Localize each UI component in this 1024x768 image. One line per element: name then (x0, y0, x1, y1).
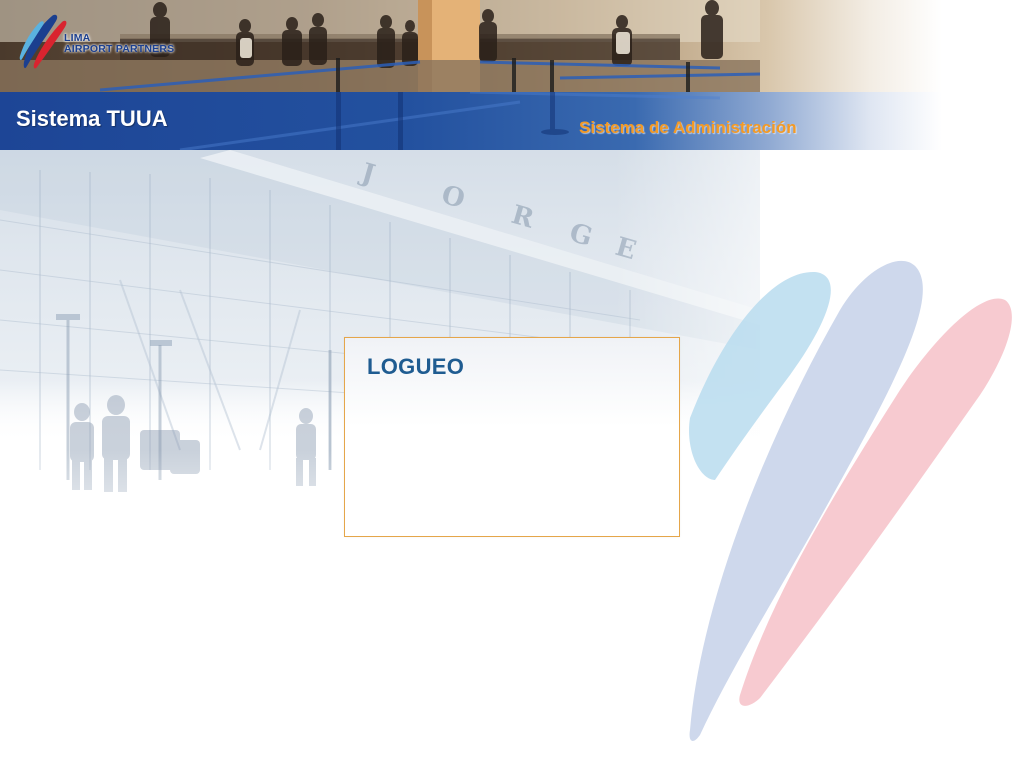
login-title: LOGUEO (367, 354, 465, 379)
logo-line-2: AIRPORT PARTNERS (64, 43, 175, 55)
lima-airport-partners-logo: LIMA AIRPORT PARTNERS (18, 12, 183, 74)
system-subtitle: Sistema de Administración (579, 118, 797, 137)
login-panel: LOGUEO (344, 337, 680, 537)
logo-text: LIMA AIRPORT PARTNERS (64, 33, 174, 55)
page: J O R G E (0, 0, 1024, 768)
system-title: Sistema TUUA (16, 106, 168, 131)
logo-swoosh-icon (19, 14, 67, 69)
header-photo: LIMA AIRPORT PARTNERS (0, 0, 1024, 92)
